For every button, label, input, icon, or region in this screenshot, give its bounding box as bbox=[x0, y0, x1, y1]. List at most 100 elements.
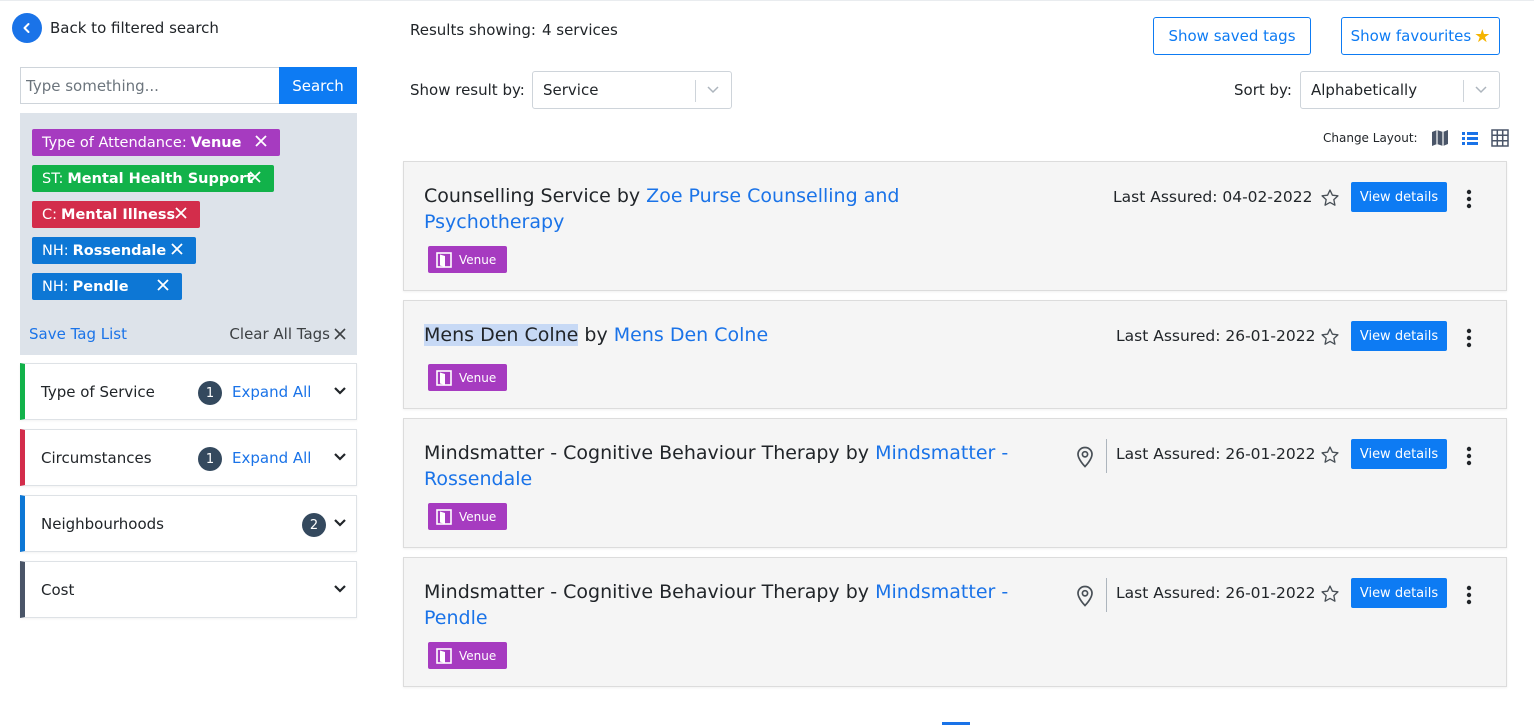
service-card: Mens Den Colne by Mens Den Colne Venue L… bbox=[403, 300, 1507, 409]
back-arrow-icon[interactable] bbox=[12, 13, 42, 43]
show-result-by-select[interactable]: Service bbox=[532, 71, 732, 109]
filter-count-badge: 2 bbox=[302, 513, 326, 537]
top-divider bbox=[0, 0, 1534, 1]
remove-tag-icon[interactable] bbox=[170, 242, 184, 256]
filter-circumstances[interactable]: Circumstances 1 Expand All bbox=[20, 429, 357, 486]
venue-badge: Venue bbox=[428, 503, 507, 530]
tag-prefix: Type of Attendance: bbox=[42, 134, 187, 151]
service-name[interactable]: Mindsmatter - Cognitive Behaviour Therap… bbox=[424, 581, 840, 603]
sort-by-label: Sort by: bbox=[1234, 81, 1292, 99]
show-favourites-label: Show favourites bbox=[1350, 27, 1472, 45]
door-icon bbox=[436, 369, 452, 386]
location-separator bbox=[1106, 578, 1107, 612]
tag-value: Mental Illness bbox=[61, 206, 176, 223]
venue-badge: Venue bbox=[428, 364, 507, 391]
location-pin-icon[interactable] bbox=[1076, 446, 1094, 468]
show-saved-tags-button[interactable]: Show saved tags bbox=[1153, 17, 1311, 55]
chevron-down-icon[interactable] bbox=[333, 452, 347, 462]
filter-label: Cost bbox=[41, 581, 75, 599]
filter-label: Neighbourhoods bbox=[41, 515, 164, 533]
venue-badge: Venue bbox=[428, 642, 507, 669]
filter-cost[interactable]: Cost bbox=[20, 561, 357, 618]
filter-neighbourhoods[interactable]: Neighbourhoods 2 bbox=[20, 495, 357, 552]
more-options-icon[interactable] bbox=[1466, 585, 1472, 605]
expand-all-link[interactable]: Expand All bbox=[232, 449, 311, 467]
by-text: by bbox=[584, 324, 608, 346]
service-name[interactable]: Counselling Service bbox=[424, 185, 611, 207]
select-value: Alphabetically bbox=[1311, 81, 1418, 99]
service-title: Counselling Service by Zoe Purse Counsel… bbox=[424, 183, 1024, 235]
tag-value: Rossendale bbox=[72, 242, 167, 259]
view-details-button[interactable]: View details bbox=[1351, 321, 1447, 351]
favourite-star-icon[interactable] bbox=[1320, 188, 1340, 208]
tag-prefix: NH: bbox=[42, 278, 69, 295]
sort-by-select[interactable]: Alphabetically bbox=[1300, 71, 1500, 109]
by-text: by bbox=[616, 185, 641, 207]
tag-value: Mental Health Support bbox=[67, 170, 254, 187]
back-label: Back to filtered search bbox=[50, 19, 219, 37]
last-assured-date: Last Assured: 26-01-2022 bbox=[1116, 327, 1316, 345]
tag-neighbourhood-pendle: NH: Pendle bbox=[32, 273, 182, 300]
view-details-button[interactable]: View details bbox=[1351, 182, 1447, 212]
remove-tag-icon[interactable] bbox=[254, 134, 268, 148]
show-favourites-button[interactable]: Show favourites ★ bbox=[1341, 17, 1500, 55]
favourite-star-icon[interactable] bbox=[1320, 445, 1340, 465]
favourite-star-icon[interactable] bbox=[1320, 584, 1340, 604]
venue-badge-label: Venue bbox=[459, 648, 497, 663]
tag-prefix: C: bbox=[42, 206, 58, 223]
favourite-star-icon[interactable] bbox=[1320, 327, 1340, 347]
list-view-icon[interactable] bbox=[1461, 129, 1479, 147]
selected-tags-panel: Type of Attendance: Venue ST: Mental Healt… bbox=[20, 113, 357, 355]
chevron-down-icon[interactable] bbox=[333, 386, 347, 396]
location-pin-icon[interactable] bbox=[1076, 585, 1094, 607]
service-card: Counselling Service by Zoe Purse Counsel… bbox=[403, 161, 1507, 291]
chevron-down-icon bbox=[1475, 86, 1487, 94]
tag-type-of-attendance: Type of Attendance: Venue bbox=[32, 129, 280, 156]
chevron-down-icon[interactable] bbox=[333, 518, 347, 528]
view-details-button[interactable]: View details bbox=[1351, 578, 1447, 608]
save-tag-list-link[interactable]: Save Tag List bbox=[29, 325, 127, 343]
venue-badge-label: Venue bbox=[459, 370, 497, 385]
search-input[interactable] bbox=[20, 67, 279, 104]
service-card: Mindsmatter - Cognitive Behaviour Therap… bbox=[403, 557, 1507, 687]
expand-all-link[interactable]: Expand All bbox=[232, 383, 311, 401]
filter-type-of-service[interactable]: Type of Service 1 Expand All bbox=[20, 363, 357, 420]
service-title: Mindsmatter - Cognitive Behaviour Therap… bbox=[424, 579, 1014, 631]
back-to-search-link[interactable]: Back to filtered search bbox=[12, 13, 219, 43]
grid-view-icon[interactable] bbox=[1491, 129, 1509, 147]
filter-label: Circumstances bbox=[41, 449, 152, 467]
service-name[interactable]: Mens Den Colne bbox=[424, 324, 579, 346]
door-icon bbox=[436, 647, 452, 664]
chevron-down-icon[interactable] bbox=[333, 584, 347, 594]
tag-service-type: ST: Mental Health Support bbox=[32, 165, 274, 192]
search-button[interactable]: Search bbox=[279, 67, 357, 104]
view-details-button[interactable]: View details bbox=[1351, 439, 1447, 469]
star-icon: ★ bbox=[1474, 25, 1491, 47]
door-icon bbox=[436, 508, 452, 525]
remove-tag-icon[interactable] bbox=[156, 278, 170, 292]
service-title: Mindsmatter - Cognitive Behaviour Therap… bbox=[424, 440, 1014, 492]
results-count-text: 4 services bbox=[541, 21, 618, 39]
door-icon bbox=[436, 251, 452, 268]
clear-all-tags-button[interactable]: Clear All Tags bbox=[229, 325, 346, 343]
last-assured-date: Last Assured: 26-01-2022 bbox=[1116, 584, 1316, 602]
chevron-down-icon bbox=[707, 86, 719, 94]
tag-value: Venue bbox=[190, 134, 242, 151]
tag-value: Pendle bbox=[72, 278, 129, 295]
results-label: Results showing: bbox=[410, 21, 536, 39]
by-text: by bbox=[845, 581, 870, 603]
map-icon[interactable] bbox=[1431, 129, 1449, 147]
filter-count-badge: 1 bbox=[198, 447, 222, 471]
more-options-icon[interactable] bbox=[1466, 328, 1472, 348]
clear-all-tags-label: Clear All Tags bbox=[229, 325, 330, 343]
filter-label: Type of Service bbox=[41, 383, 155, 401]
remove-tag-icon[interactable] bbox=[248, 170, 262, 184]
service-name[interactable]: Mindsmatter - Cognitive Behaviour Therap… bbox=[424, 442, 840, 464]
remove-tag-icon[interactable] bbox=[174, 206, 188, 220]
by-text: by bbox=[845, 442, 870, 464]
more-options-icon[interactable] bbox=[1466, 189, 1472, 209]
organisation-link[interactable]: Mens Den Colne bbox=[614, 324, 768, 346]
more-options-icon[interactable] bbox=[1466, 446, 1472, 466]
venue-badge-label: Venue bbox=[459, 509, 497, 524]
select-separator bbox=[1463, 80, 1464, 102]
